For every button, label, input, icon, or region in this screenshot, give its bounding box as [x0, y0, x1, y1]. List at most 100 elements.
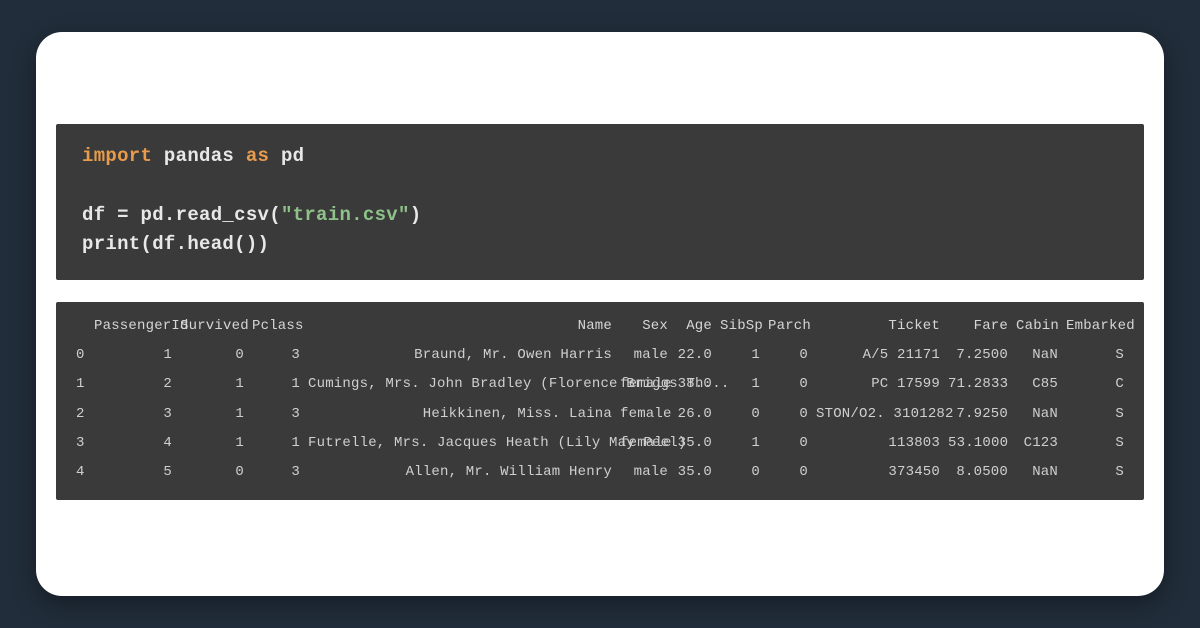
cell-pcl: 1 [248, 370, 304, 399]
cell-tick: PC 17599 [812, 370, 944, 399]
cell-par: 0 [764, 370, 812, 399]
col-ticket: Ticket [812, 312, 944, 341]
cell-sex: female [616, 429, 672, 458]
cell-tick: A/5 21171 [812, 341, 944, 370]
module-name: pandas [164, 145, 234, 167]
cell-idx: 0 [72, 341, 90, 370]
cell-name: Futrelle, Mrs. Jacques Heath (Lily May P… [304, 429, 616, 458]
table-row: 1211Cumings, Mrs. John Bradley (Florence… [72, 370, 1128, 399]
cell-emb: S [1062, 400, 1128, 429]
equals: = [117, 204, 140, 226]
cell-idx: 4 [72, 458, 90, 487]
cell-age: 35.0 [672, 458, 716, 487]
cell-name: Allen, Mr. William Henry [304, 458, 616, 487]
print-args: (df.head()) [141, 233, 270, 255]
cell-cab: NaN [1012, 458, 1062, 487]
cell-cab: C123 [1012, 429, 1062, 458]
cell-sex: female [616, 370, 672, 399]
cell-surv: 1 [176, 429, 248, 458]
cell-fare: 71.2833 [944, 370, 1012, 399]
paren-close: ) [410, 204, 422, 226]
cell-pcl: 1 [248, 429, 304, 458]
cell-sib: 0 [716, 458, 764, 487]
col-fare: Fare [944, 312, 1012, 341]
cell-age: 26.0 [672, 400, 716, 429]
col-pclass: Pclass [248, 312, 304, 341]
cell-surv: 1 [176, 370, 248, 399]
assign-lhs: df [82, 204, 117, 226]
cell-tick: 373450 [812, 458, 944, 487]
cell-pcl: 3 [248, 458, 304, 487]
col-passengerid: PassengerId [90, 312, 176, 341]
cell-cab: NaN [1012, 400, 1062, 429]
col-parch: Parch [764, 312, 812, 341]
cell-pid: 4 [90, 429, 176, 458]
spacer-mid [56, 280, 1144, 302]
cell-tick: STON/O2. 3101282 [812, 400, 944, 429]
cell-sex: female [616, 400, 672, 429]
cell-sib: 1 [716, 341, 764, 370]
dataframe-table: PassengerId Survived Pclass Name Sex Age… [72, 312, 1128, 488]
output-cell: PassengerId Survived Pclass Name Sex Age… [56, 302, 1144, 500]
module-alias: pd [281, 145, 304, 167]
col-embarked: Embarked [1062, 312, 1128, 341]
cell-par: 0 [764, 341, 812, 370]
cell-emb: S [1062, 458, 1128, 487]
cell-name: Cumings, Mrs. John Bradley (Florence Bri… [304, 370, 616, 399]
cell-cab: C85 [1012, 370, 1062, 399]
cell-idx: 3 [72, 429, 90, 458]
cell-pid: 1 [90, 341, 176, 370]
table-row: 2313Heikkinen, Miss. Lainafemale26.000ST… [72, 400, 1128, 429]
cell-par: 0 [764, 400, 812, 429]
cell-idx: 1 [72, 370, 90, 399]
table-row: 4503Allen, Mr. William Henrymale35.00037… [72, 458, 1128, 487]
cell-age: 22.0 [672, 341, 716, 370]
spacer-top [56, 60, 1144, 124]
cell-surv: 1 [176, 400, 248, 429]
cell-fare: 7.9250 [944, 400, 1012, 429]
cell-sex: male [616, 341, 672, 370]
cell-age: 38.0 [672, 370, 716, 399]
cell-pcl: 3 [248, 400, 304, 429]
cell-name: Heikkinen, Miss. Laina [304, 400, 616, 429]
cell-name: Braund, Mr. Owen Harris [304, 341, 616, 370]
cell-sib: 0 [716, 400, 764, 429]
cell-pid: 3 [90, 400, 176, 429]
cell-surv: 0 [176, 341, 248, 370]
call-print: print [82, 233, 141, 255]
cell-idx: 2 [72, 400, 90, 429]
table-body: 0103Braund, Mr. Owen Harrismale22.010A/5… [72, 341, 1128, 487]
col-sex: Sex [616, 312, 672, 341]
cell-fare: 7.2500 [944, 341, 1012, 370]
cell-sib: 1 [716, 429, 764, 458]
cell-par: 0 [764, 429, 812, 458]
code-cell[interactable]: import pandas as pd df = pd.read_csv("tr… [56, 124, 1144, 280]
cell-pcl: 3 [248, 341, 304, 370]
cell-tick: 113803 [812, 429, 944, 458]
cell-fare: 8.0500 [944, 458, 1012, 487]
cell-emb: S [1062, 341, 1128, 370]
col-age: Age [672, 312, 716, 341]
cell-fare: 53.1000 [944, 429, 1012, 458]
cell-surv: 0 [176, 458, 248, 487]
table-row: 0103Braund, Mr. Owen Harrismale22.010A/5… [72, 341, 1128, 370]
cell-age: 35.0 [672, 429, 716, 458]
cell-emb: C [1062, 370, 1128, 399]
keyword-as: as [246, 145, 269, 167]
col-cabin: Cabin [1012, 312, 1062, 341]
col-index [72, 312, 90, 341]
cell-cab: NaN [1012, 341, 1062, 370]
cell-par: 0 [764, 458, 812, 487]
cell-emb: S [1062, 429, 1128, 458]
col-sibsp: SibSp [716, 312, 764, 341]
cell-pid: 2 [90, 370, 176, 399]
keyword-import: import [82, 145, 152, 167]
content-card: import pandas as pd df = pd.read_csv("tr… [36, 32, 1164, 596]
cell-pid: 5 [90, 458, 176, 487]
table-row: 3411Futrelle, Mrs. Jacques Heath (Lily M… [72, 429, 1128, 458]
call-read-csv: pd.read_csv( [141, 204, 281, 226]
cell-sex: male [616, 458, 672, 487]
table-header-row: PassengerId Survived Pclass Name Sex Age… [72, 312, 1128, 341]
string-literal: "train.csv" [281, 204, 410, 226]
col-survived: Survived [176, 312, 248, 341]
